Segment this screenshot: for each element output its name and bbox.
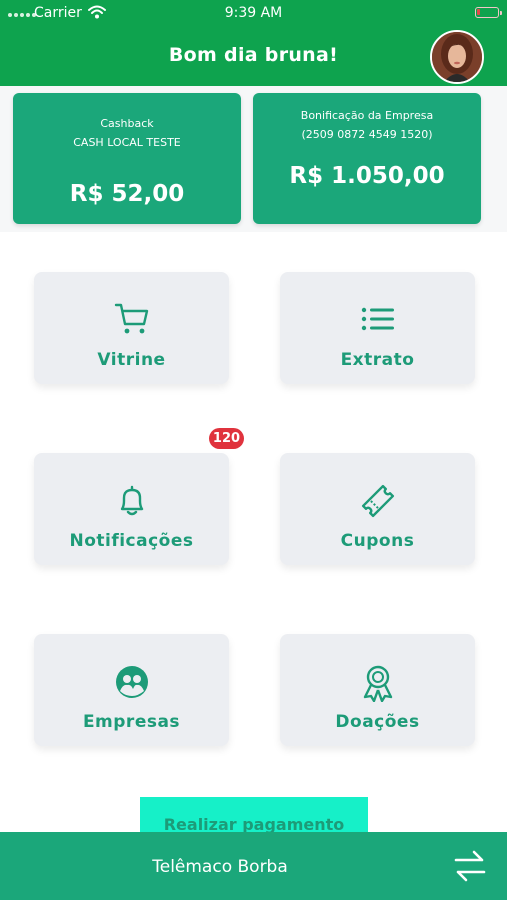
card-subtitle: CASH LOCAL TESTE	[73, 136, 181, 149]
status-bar: Carrier 9:39 AM	[0, 0, 507, 26]
cashback-card[interactable]: Cashback CASH LOCAL TESTE R$ 52,00	[13, 93, 241, 224]
people-icon	[116, 666, 148, 698]
menu-empresas[interactable]: Empresas	[34, 634, 229, 746]
card-subtitle: (2509 0872 4549 1520)	[301, 128, 433, 141]
battery-icon	[475, 7, 502, 18]
ribbon-icon	[363, 665, 393, 702]
menu-extrato[interactable]: Extrato	[280, 272, 475, 384]
menu-label: Extrato	[340, 350, 415, 370]
card-title: Bonificação da Empresa	[300, 109, 434, 122]
list-icon	[361, 307, 394, 331]
bell-icon	[120, 485, 144, 516]
notification-count-badge: 120	[209, 428, 244, 449]
app-header: Carrier 9:39 AM Bom dia bruna!	[0, 0, 507, 86]
city-name[interactable]: Telêmaco Borba	[0, 857, 440, 877]
avatar[interactable]	[430, 30, 484, 84]
status-time: 9:39 AM	[224, 5, 283, 21]
card-title: Cashback	[100, 117, 154, 130]
menu-doacoes[interactable]: Doações	[280, 634, 475, 746]
menu-label: Vitrine	[97, 350, 166, 370]
footer-bar: Telêmaco Borba	[0, 832, 507, 900]
card-amount: R$ 52,00	[69, 181, 185, 207]
ticket-icon	[361, 484, 395, 518]
swap-icon[interactable]	[452, 848, 488, 884]
company-bonus-card[interactable]: Bonificação da Empresa (2509 0872 4549 1…	[253, 93, 481, 224]
menu-label: Doações	[335, 712, 420, 732]
make-payment-button[interactable]: Realizar pagamento	[140, 797, 368, 837]
cart-icon	[114, 303, 149, 334]
menu-label: Cupons	[340, 531, 415, 551]
menu-notificacoes[interactable]: Notificações	[34, 453, 229, 565]
menu-label: Notificações	[69, 531, 194, 551]
menu-label: Empresas	[82, 712, 181, 732]
menu-vitrine[interactable]: Vitrine	[34, 272, 229, 384]
menu-cupons[interactable]: Cupons	[280, 453, 475, 565]
card-amount: R$ 1.050,00	[289, 163, 445, 189]
